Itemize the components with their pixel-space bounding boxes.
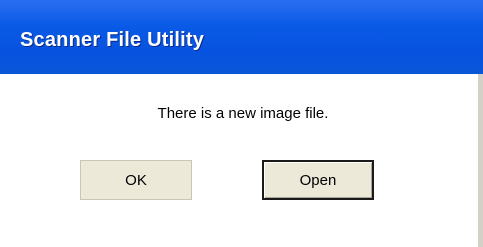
open-button[interactable]: Open	[262, 160, 374, 200]
window-title: Scanner File Utility	[20, 29, 205, 51]
dialog-window: Scanner File Utility There is a new imag…	[0, 0, 483, 247]
dialog-message: There is a new image file.	[157, 105, 329, 122]
window-right-edge	[478, 74, 483, 247]
ok-button[interactable]: OK	[80, 160, 192, 200]
dialog-body	[0, 74, 478, 247]
title-bar[interactable]: Scanner File Utility	[0, 0, 483, 74]
